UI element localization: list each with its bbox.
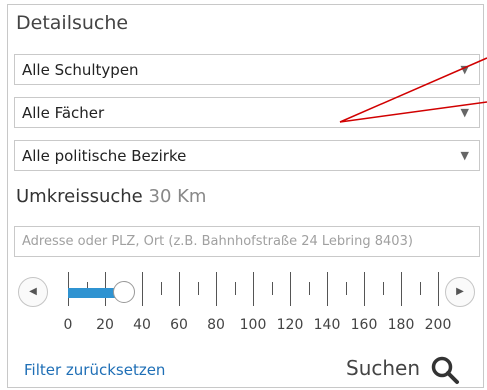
- slider-tick-label: 100: [239, 317, 267, 333]
- search-button[interactable]: Suchen: [346, 356, 420, 380]
- chevron-right-icon: ▶: [456, 286, 464, 297]
- slider-tick: [438, 272, 439, 306]
- magnifier-icon[interactable]: [430, 355, 460, 385]
- slider-tick: [401, 272, 402, 306]
- subject-value: Alle Fächer: [22, 104, 105, 122]
- slider-tick-label: 20: [96, 317, 114, 333]
- chevron-left-icon: ◀: [29, 286, 37, 297]
- slider-tick: [142, 272, 143, 306]
- slider-minor-tick: [271, 282, 273, 295]
- slider-minor-tick: [345, 282, 347, 295]
- address-input[interactable]: [14, 226, 480, 257]
- triangle-down-icon: ▼: [460, 149, 469, 162]
- slider-minor-tick: [160, 282, 162, 295]
- slider-minor-tick: [234, 282, 236, 295]
- slider-tick: [327, 272, 328, 306]
- slider-tick-label: 140: [313, 317, 341, 333]
- district-select[interactable]: Alle politische Bezirke ▼: [14, 140, 480, 171]
- slider-tick: [364, 272, 365, 306]
- slider-tick-label: 60: [170, 317, 188, 333]
- slider-tick: [216, 272, 217, 306]
- slider-tick-label: 40: [133, 317, 151, 333]
- subject-select[interactable]: Alle Fächer ▼: [14, 97, 480, 128]
- slider-prev-button[interactable]: ◀: [18, 277, 48, 307]
- district-value: Alle politische Bezirke: [22, 147, 187, 165]
- school-type-value: Alle Schultypen: [22, 61, 139, 79]
- slider-tick-label: 200: [424, 317, 452, 333]
- radius-search-heading: Umkreissuche 30 Km: [16, 186, 206, 207]
- slider-tick-label: 0: [63, 317, 73, 333]
- school-type-select[interactable]: Alle Schultypen ▼: [14, 54, 480, 85]
- slider-minor-tick: [382, 282, 384, 295]
- slider-tick: [253, 272, 254, 306]
- slider-next-button[interactable]: ▶: [445, 277, 475, 307]
- radius-value: 30 Km: [148, 186, 207, 207]
- radius-slider[interactable]: 0 20 40 60 80 100 120 140 160 180 200: [58, 268, 451, 333]
- slider-tick: [179, 272, 180, 306]
- triangle-down-icon: ▼: [460, 106, 469, 119]
- slider-minor-tick: [308, 282, 310, 295]
- slider-tick-label: 180: [387, 317, 415, 333]
- reset-filter-link[interactable]: Filter zurücksetzen: [24, 361, 165, 379]
- radius-label: Umkreissuche: [16, 186, 143, 207]
- panel-title: Detailsuche: [16, 12, 129, 34]
- slider-tick-label: 120: [276, 317, 304, 333]
- slider-fill: [68, 288, 118, 298]
- slider-minor-tick: [197, 282, 199, 295]
- slider-tick: [290, 272, 291, 306]
- slider-tick-label: 160: [350, 317, 378, 333]
- slider-tick-label: 80: [207, 317, 225, 333]
- slider-minor-tick: [419, 282, 421, 295]
- slider-handle[interactable]: [112, 281, 135, 303]
- triangle-down-icon: ▼: [460, 63, 469, 76]
